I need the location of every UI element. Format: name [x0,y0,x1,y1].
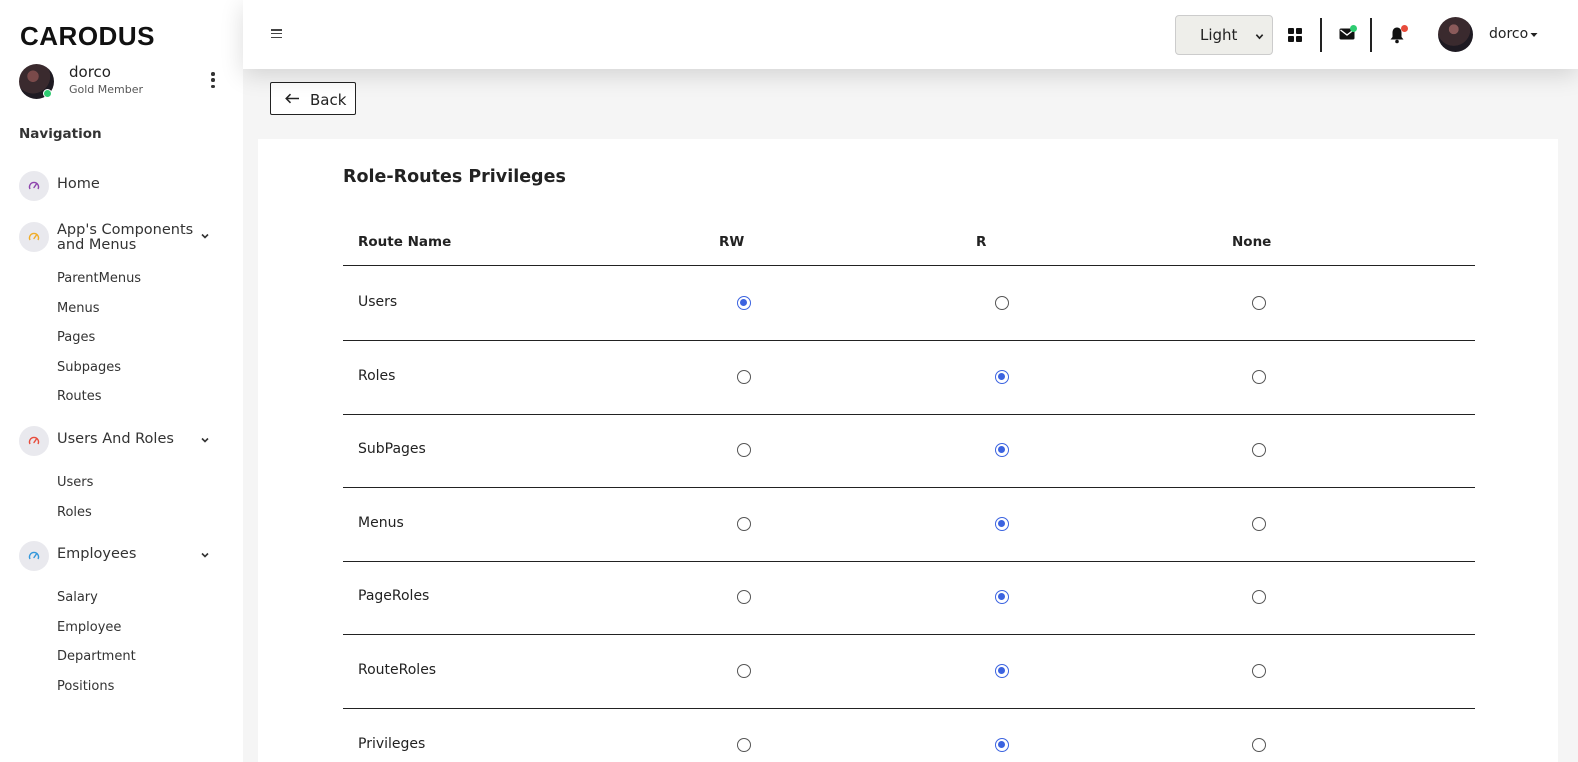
radio-none[interactable] [1252,590,1266,605]
radio-none[interactable] [1252,369,1266,384]
gauge-icon [19,171,49,201]
radio-none[interactable] [1252,516,1266,531]
profile-menu-icon[interactable] [210,72,216,88]
sidebar-group-app-components[interactable]: App's Components and Menus [19,222,219,253]
sidebar-group-label: App's Components and Menus [57,223,193,253]
sidebar-group-users-and-roles[interactable]: Users And Roles [19,426,219,456]
sidebar-item-users[interactable]: Users [57,475,93,490]
page-title: Role-Routes Privileges [343,167,566,187]
sidebar-item-employee[interactable]: Employee [57,620,121,635]
divider [1320,18,1322,52]
sidebar-item-subpages[interactable]: Subpages [57,360,121,375]
sidebar-group-label: Users And Roles [57,431,174,447]
table-header: Route Name RW R None [343,223,1475,266]
radio-rw[interactable] [737,590,751,605]
column-header-rw: RW [719,234,745,250]
table-row: SubPages [343,414,1475,489]
theme-select-value: Light [1200,26,1238,44]
table-row: PageRoles [343,561,1475,636]
sidebar-group-label: Employees [57,546,137,562]
bell-notification-dot [1401,25,1408,32]
sidebar-item-department[interactable]: Department [57,649,136,664]
radio-none[interactable] [1252,296,1266,310]
radio-none[interactable] [1252,737,1266,752]
topbar: Light dorco [243,0,1578,69]
column-header-r: R [976,234,987,250]
route-name: Users [358,294,398,310]
radio-r[interactable] [995,443,1009,458]
sidebar-item-home[interactable]: Home [19,171,219,201]
chevron-down-icon[interactable] [200,231,210,241]
sidebar-item-menus[interactable]: Menus [57,301,99,316]
route-name: PageRoles [358,588,430,605]
radio-r[interactable] [995,516,1009,531]
radio-none[interactable] [1252,443,1266,458]
route-name: Roles [358,367,396,384]
hamburger-menu-icon[interactable] [271,29,282,38]
caret-down-icon[interactable] [1530,32,1538,38]
user-menu[interactable]: dorco [1489,26,1528,42]
table-row: RouteRoles [343,635,1475,709]
sidebar-item-pages[interactable]: Pages [57,330,95,345]
sidebar-group-label-line2: and Menus [57,237,137,253]
table-row: Roles [343,341,1475,415]
radio-rw[interactable] [737,737,751,752]
theme-select[interactable]: Light [1175,15,1273,55]
avatar[interactable] [1438,17,1473,52]
radio-none[interactable] [1252,664,1266,678]
profile-membership: Gold Member [69,83,144,96]
back-button[interactable]: Back [270,82,356,115]
sidebar-profile: dorco Gold Member [19,60,229,100]
radio-r[interactable] [995,737,1009,752]
sidebar: CARODUS dorco Gold Member Navigation Hom… [0,0,243,762]
sidebar-item-routes[interactable]: Routes [57,389,102,404]
navigation-title: Navigation [19,126,102,142]
sidebar-item-salary[interactable]: Salary [57,590,98,605]
radio-r[interactable] [995,664,1009,678]
route-name: SubPages [358,441,426,458]
radio-r[interactable] [995,296,1009,310]
back-button-label: Back [310,91,347,109]
table-row: Menus [343,488,1475,562]
gauge-icon [19,426,49,456]
chevron-down-icon [1255,34,1264,40]
gauge-icon [19,222,49,252]
sidebar-item-positions[interactable]: Positions [57,679,114,694]
mail-notification-dot [1350,25,1357,32]
radio-r[interactable] [995,590,1009,605]
radio-rw[interactable] [737,369,751,384]
profile-name: dorco [69,63,111,81]
column-header-none: None [1232,234,1272,250]
divider [1370,18,1372,52]
privileges-card: Role-Routes Privileges Route Name RW R N… [258,139,1558,762]
radio-rw[interactable] [737,516,751,531]
sidebar-item-roles[interactable]: Roles [57,505,92,520]
arrow-left-icon [285,93,299,104]
radio-rw[interactable] [737,443,751,458]
route-name: Menus [358,514,404,531]
radio-rw[interactable] [737,664,751,678]
route-name: RouteRoles [358,662,437,678]
online-status-icon [43,89,52,98]
brand-logo[interactable]: CARODUS [20,21,155,52]
route-name: Privileges [358,735,426,752]
chevron-down-icon[interactable] [200,550,210,560]
sidebar-item-parentmenus[interactable]: ParentMenus [57,271,141,286]
radio-r[interactable] [995,369,1009,384]
apps-grid-icon[interactable] [1288,28,1302,42]
table-row: Users [343,267,1475,341]
sidebar-item-label: Home [57,176,100,192]
sidebar-group-label-line1: App's Components [57,222,194,238]
column-header-route-name: Route Name [358,234,452,250]
radio-rw[interactable] [737,296,751,310]
chevron-down-icon[interactable] [200,435,210,445]
sidebar-group-employees[interactable]: Employees [19,541,219,571]
table-row: Privileges [343,709,1475,762]
gauge-icon [19,541,49,571]
